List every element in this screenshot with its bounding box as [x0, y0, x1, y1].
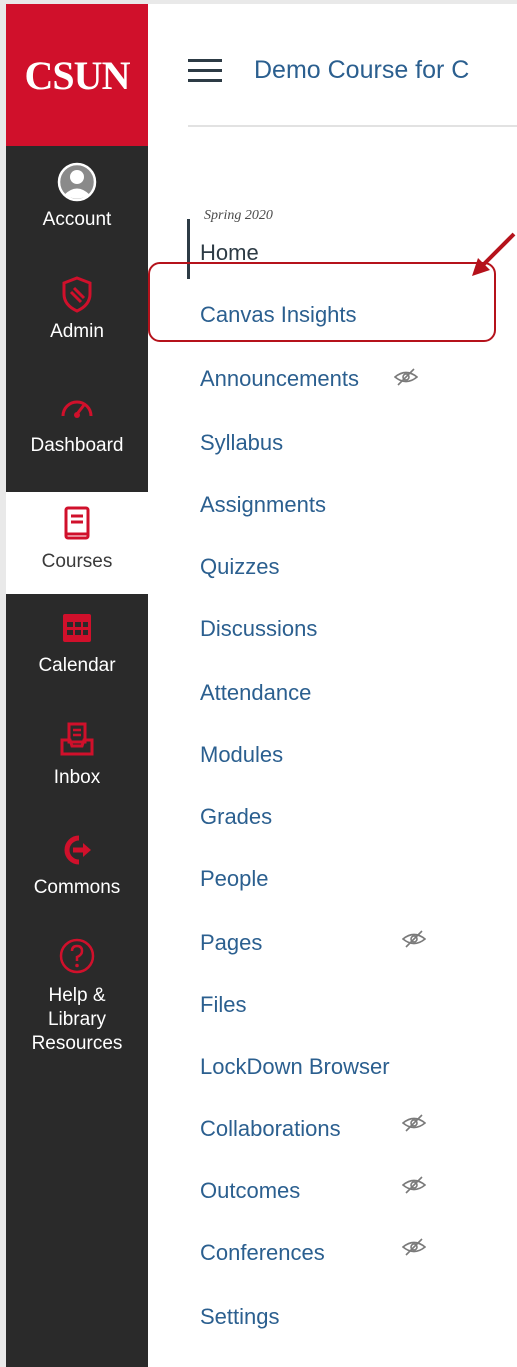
- course-nav-modules[interactable]: Modules: [200, 742, 283, 768]
- nav-courses[interactable]: Courses: [6, 492, 148, 594]
- course-nav-files[interactable]: Files: [200, 992, 246, 1018]
- nav-help-label: Help &: [48, 985, 106, 1006]
- course-nav-attendance[interactable]: Attendance: [200, 680, 311, 706]
- nav-account[interactable]: Account: [6, 162, 148, 232]
- course-nav-assignments[interactable]: Assignments: [200, 492, 326, 518]
- commons-arrow-icon: [64, 835, 91, 865]
- course-title[interactable]: Demo Course for C: [254, 56, 469, 85]
- question-circle-icon: [59, 938, 95, 974]
- global-nav: CSUN Account Admin Dashboard Courses Cal…: [6, 4, 148, 1367]
- shield-icon: [62, 276, 92, 313]
- nav-help-label-line2: Library: [47, 1009, 107, 1030]
- course-nav-quizzes[interactable]: Quizzes: [200, 554, 279, 580]
- annotation-highlight-box: [148, 262, 496, 342]
- nav-courses-label: Courses: [41, 551, 113, 572]
- hamburger-menu-icon[interactable]: [188, 57, 222, 83]
- nav-inbox[interactable]: Inbox: [6, 720, 148, 790]
- nav-calendar[interactable]: Calendar: [6, 608, 148, 678]
- course-nav-people[interactable]: People: [200, 866, 269, 892]
- nav-dashboard[interactable]: Dashboard: [6, 388, 148, 458]
- course-nav-pages[interactable]: Pages: [200, 930, 262, 956]
- speedometer-icon: [61, 400, 93, 418]
- nav-dashboard-label: Dashboard: [30, 435, 124, 456]
- term-label: Spring 2020: [204, 208, 273, 223]
- hidden-eye-slash-icon: [394, 368, 418, 386]
- course-nav-collaborations[interactable]: Collaborations: [200, 1116, 341, 1142]
- header-divider: [188, 125, 517, 127]
- course-nav-discussions[interactable]: Discussions: [200, 616, 317, 642]
- course-nav-outcomes[interactable]: Outcomes: [200, 1178, 300, 1204]
- inbox-icon: [60, 722, 94, 756]
- course-nav-settings[interactable]: Settings: [200, 1304, 280, 1330]
- nav-help[interactable]: Help & Library Resources: [6, 936, 148, 1056]
- nav-inbox-label: Inbox: [53, 767, 101, 788]
- nav-commons-label: Commons: [33, 877, 121, 898]
- page: CSUN Account Admin Dashboard Courses Cal…: [0, 0, 517, 1367]
- calendar-icon: [63, 614, 91, 642]
- course-header: Demo Course for C: [188, 40, 517, 100]
- course-nav-announcements[interactable]: Announcements: [200, 366, 359, 392]
- nav-help-label-line3: Resources: [31, 1033, 123, 1054]
- course-nav-lockdown-browser[interactable]: LockDown Browser: [200, 1054, 390, 1080]
- logo-text: CSUN: [24, 52, 131, 98]
- hidden-eye-slash-icon: [402, 930, 426, 948]
- hidden-eye-slash-icon: [402, 1238, 426, 1256]
- main-content: Demo Course for C Spring 2020 Home Canva…: [148, 4, 517, 1367]
- nav-admin[interactable]: Admin: [6, 274, 148, 344]
- nav-calendar-label: Calendar: [38, 655, 116, 676]
- nav-admin-label: Admin: [50, 321, 104, 342]
- book-icon: [64, 506, 90, 540]
- course-nav-conferences[interactable]: Conferences: [200, 1240, 325, 1266]
- hidden-eye-slash-icon: [402, 1176, 426, 1194]
- hidden-eye-slash-icon: [402, 1114, 426, 1132]
- course-nav-syllabus[interactable]: Syllabus: [200, 430, 283, 456]
- course-nav-grades[interactable]: Grades: [200, 804, 272, 830]
- nav-account-label: Account: [42, 209, 112, 230]
- csun-logo[interactable]: CSUN: [6, 4, 148, 146]
- annotation-arrow-icon: [472, 232, 516, 276]
- nav-commons[interactable]: Commons: [6, 830, 148, 900]
- user-avatar-icon: [57, 162, 97, 202]
